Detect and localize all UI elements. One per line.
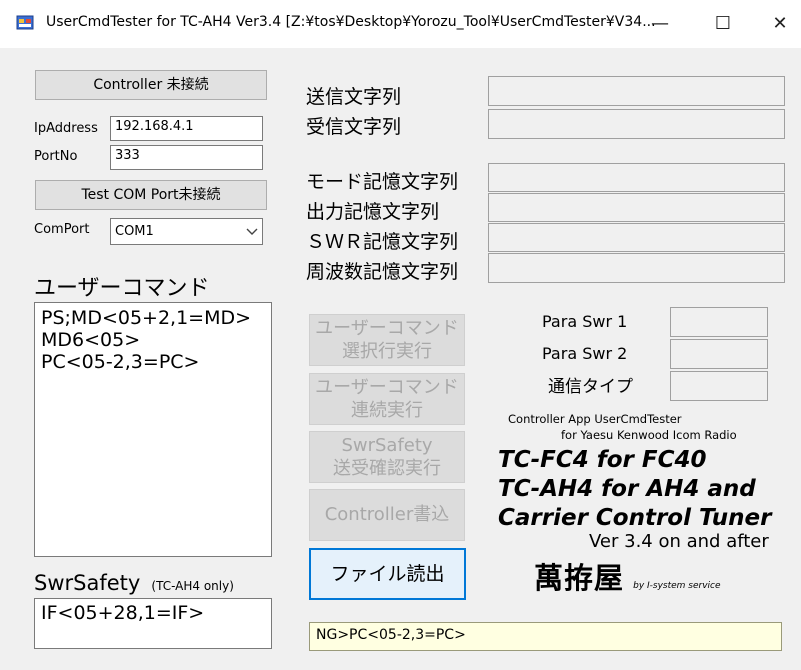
- execute-selected-line-button[interactable]: ユーザーコマンド 選択行実行: [309, 314, 465, 366]
- carrier-control-heading: Carrier Control Tuner: [498, 505, 772, 531]
- execute-selected-line-text2: 選択行実行: [342, 341, 432, 362]
- test-com-port-button[interactable]: Test COM Port未接続: [35, 180, 267, 210]
- status-bar: NG>PC<05-2,3=PC>: [309, 622, 782, 651]
- version-note: Ver 3.4 on and after: [589, 531, 769, 552]
- tc-fc4-heading: TC-FC4 for FC40: [498, 447, 707, 473]
- user-command-line: PS;MD<05+2,1=MD>: [41, 307, 252, 329]
- user-command-line: PC<05-2,3=PC>: [41, 351, 200, 373]
- port-number-input[interactable]: 333: [110, 145, 263, 170]
- swrsafety-header-row: SwrSafety (TC-AH4 only): [34, 571, 234, 595]
- para-swr1-label: Para Swr 1: [542, 312, 628, 331]
- brand-name: 萬拵屋: [534, 561, 625, 595]
- user-command-header: ユーザーコマンド: [34, 276, 210, 301]
- receive-string-field[interactable]: [488, 109, 785, 139]
- tc-ah4-heading: TC-AH4 for AH4 and: [498, 476, 756, 502]
- execute-continuous-text1: ユーザーコマンド: [315, 377, 459, 398]
- swrsafety-check-button[interactable]: SwrSafety 送受確認実行: [309, 431, 465, 483]
- file-read-button[interactable]: ファイル読出: [309, 548, 466, 600]
- minimize-button[interactable]: —: [630, 2, 690, 46]
- chevron-down-icon: [246, 228, 258, 235]
- output-memory-label: 出力記憶文字列: [306, 201, 440, 223]
- ip-address-input[interactable]: 192.168.4.1: [110, 116, 263, 141]
- swrsafety-check-text2: 送受確認実行: [333, 458, 441, 479]
- comport-select[interactable]: COM1: [110, 218, 263, 245]
- swrsafety-textarea[interactable]: IF<05+28,1=IF>: [34, 598, 272, 649]
- send-string-label: 送信文字列: [306, 86, 402, 108]
- window-title: UserCmdTester for TC-AH4 Ver3.4 [Z:¥tos¥…: [46, 14, 656, 30]
- swr-memory-label: ＳＷＲ記憶文字列: [306, 231, 459, 253]
- mode-memory-field[interactable]: [488, 163, 785, 192]
- execute-continuous-text2: 連続実行: [351, 400, 423, 421]
- info-line2: for Yaesu Kenwood Icom Radio: [561, 428, 737, 442]
- output-memory-field[interactable]: [488, 193, 785, 222]
- execute-selected-line-text1: ユーザーコマンド: [315, 318, 459, 339]
- ip-address-label: IpAddress: [34, 121, 98, 136]
- controller-connect-button[interactable]: Controller 未接続: [35, 70, 267, 100]
- swr-memory-field[interactable]: [488, 223, 785, 252]
- execute-continuous-button[interactable]: ユーザーコマンド 連続実行: [309, 373, 465, 425]
- comm-type-label: 通信タイプ: [548, 377, 633, 397]
- brand-subtitle: by I-system service: [633, 581, 721, 591]
- controller-write-button[interactable]: Controller書込: [309, 489, 465, 541]
- info-line1: Controller App UserCmdTester: [508, 412, 682, 426]
- comport-label: ComPort: [34, 222, 90, 237]
- comm-type-field[interactable]: [670, 371, 768, 401]
- maximize-button[interactable]: ☐: [693, 2, 753, 46]
- app-icon: [16, 14, 36, 32]
- user-command-textarea[interactable]: PS;MD<05+2,1=MD> MD6<05> PC<05-2,3=PC>: [34, 302, 272, 557]
- swrsafety-note: (TC-AH4 only): [151, 579, 234, 593]
- para-swr2-label: Para Swr 2: [542, 344, 628, 363]
- frequency-memory-field[interactable]: [488, 253, 785, 283]
- user-command-line: MD6<05>: [41, 329, 141, 351]
- swrsafety-header: SwrSafety: [34, 571, 141, 595]
- para-swr1-field[interactable]: [670, 307, 768, 337]
- brand-logo: 萬拵屋 by I-system service: [534, 555, 721, 597]
- port-number-label: PortNo: [34, 149, 78, 164]
- mode-memory-label: モード記憶文字列: [306, 171, 459, 193]
- swrsafety-check-text1: SwrSafety: [341, 435, 433, 456]
- comport-value: COM1: [115, 224, 154, 239]
- close-button[interactable]: ✕: [750, 2, 801, 46]
- frequency-memory-label: 周波数記憶文字列: [306, 261, 459, 283]
- para-swr2-field[interactable]: [670, 339, 768, 369]
- receive-string-label: 受信文字列: [306, 116, 402, 138]
- send-string-field[interactable]: [488, 76, 785, 106]
